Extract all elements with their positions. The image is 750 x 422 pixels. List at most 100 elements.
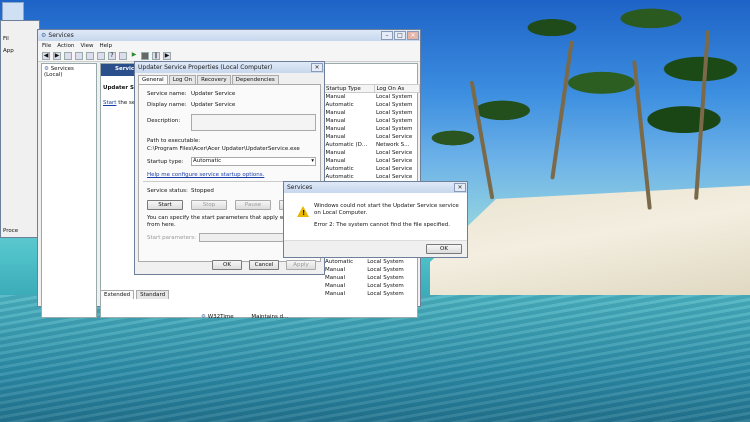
- pause-button[interactable]: Pause: [235, 200, 271, 210]
- service-name-value: Updater Service: [191, 91, 236, 97]
- error-title: Services: [287, 184, 313, 191]
- startup-type-cell: Automatic: [325, 165, 354, 172]
- tree-item-label: Services (Local): [44, 66, 74, 78]
- table-row[interactable]: Manual Local Service: [325, 133, 420, 141]
- service-desc-cell: Maintains d...: [251, 314, 289, 320]
- behind-label: Proce: [3, 228, 19, 234]
- table-row[interactable]: Manual Local Service: [325, 149, 420, 157]
- start-button[interactable]: Start: [147, 200, 183, 210]
- menu-action[interactable]: Action: [57, 43, 74, 49]
- ok-button[interactable]: OK: [212, 260, 242, 270]
- description-box[interactable]: [191, 114, 316, 131]
- console-tree-icon[interactable]: [64, 51, 72, 60]
- service-status-label: Service status:: [147, 188, 188, 194]
- stop-button[interactable]: Stop: [191, 200, 227, 210]
- ok-button[interactable]: OK: [426, 244, 462, 254]
- tab-log-on[interactable]: Log On: [168, 75, 197, 84]
- log-on-as-cell: Local Service: [375, 133, 413, 140]
- log-on-as-cell: Local System: [367, 267, 404, 273]
- pause-icon[interactable]: ∥: [152, 51, 160, 60]
- background-window[interactable]: Fil App Proce: [0, 20, 40, 238]
- forward-icon[interactable]: ▶: [53, 51, 61, 60]
- minimize-button[interactable]: –: [381, 31, 393, 40]
- table-row[interactable]: Manual Local Service: [325, 157, 420, 165]
- back-icon[interactable]: ◀: [42, 51, 50, 60]
- menu-file[interactable]: File: [42, 43, 51, 49]
- table-row[interactable]: Manual Local System: [324, 274, 420, 282]
- table-row[interactable]: Manual Local System: [325, 93, 420, 101]
- startup-type-cell: Manual: [325, 93, 346, 100]
- services-list[interactable]: Startup Type Log On As Manual Local Syste…: [323, 84, 420, 197]
- w32time-row[interactable]: ⚙ W32Time Maintains d...: [201, 314, 288, 320]
- startup-type-cell: Manual: [325, 149, 346, 156]
- dialog-footer: OK: [284, 240, 467, 257]
- close-button[interactable]: ✕: [311, 63, 323, 72]
- table-row[interactable]: Automatic Local System: [324, 258, 420, 266]
- tab-extended[interactable]: Extended: [100, 290, 135, 299]
- log-on-as-cell: Local System: [375, 93, 413, 100]
- close-button[interactable]: ✕: [407, 31, 419, 40]
- error-detail: Error 2: The system cannot find the file…: [314, 222, 450, 228]
- path-value: C:\Program Files\Acer\Acer Updater\Updat…: [147, 146, 300, 152]
- table-row[interactable]: Manual Local System: [324, 282, 420, 290]
- log-on-as-cell: Local System: [367, 283, 404, 289]
- tab-recovery[interactable]: Recovery: [197, 75, 231, 84]
- mmc-icon[interactable]: [119, 51, 127, 60]
- window-title: Services: [48, 32, 74, 39]
- column-header-log-on-as[interactable]: Log On As: [374, 84, 420, 93]
- table-row[interactable]: Automatic Local Service: [325, 173, 420, 181]
- table-row[interactable]: Manual Local System: [325, 117, 420, 125]
- tab-standard[interactable]: Standard: [136, 290, 170, 299]
- maximize-button[interactable]: □: [394, 31, 406, 40]
- services-list-bottom[interactable]: Automatic Local System Manual Local System M…: [324, 258, 420, 298]
- menu-help[interactable]: Help: [100, 43, 113, 49]
- play-icon[interactable]: ▶: [130, 51, 138, 60]
- error-dialog[interactable]: Services ✕ ! Windows could not start the…: [283, 181, 468, 258]
- log-on-as-cell: Local System: [375, 117, 413, 124]
- help-icon[interactable]: ?: [108, 51, 116, 60]
- startup-type-cell: Manual: [325, 291, 345, 297]
- services-titlebar[interactable]: ⚙ Services – □ ✕: [38, 30, 420, 41]
- restart-icon[interactable]: ▶: [163, 51, 171, 60]
- menu-view[interactable]: View: [80, 43, 93, 49]
- error-titlebar[interactable]: Services ✕: [284, 182, 467, 193]
- service-name-label: Service name:: [147, 91, 187, 97]
- properties-tabs: General Log On Recovery Dependencies: [135, 73, 324, 84]
- export-icon[interactable]: [97, 51, 105, 60]
- table-row[interactable]: Manual Local System: [325, 109, 420, 117]
- refresh-icon[interactable]: [86, 51, 94, 60]
- startup-type-select[interactable]: Automatic ▾: [191, 157, 316, 166]
- console-tree[interactable]: ⚙ Services (Local): [41, 63, 97, 318]
- startup-type-cell: Manual: [325, 267, 345, 273]
- table-row[interactable]: Manual Local System: [324, 290, 420, 298]
- path-label: Path to executable:: [147, 138, 201, 144]
- tab-dependencies[interactable]: Dependencies: [231, 75, 279, 84]
- startup-type-cell: Manual: [325, 117, 346, 124]
- stop-icon[interactable]: [141, 51, 149, 60]
- log-on-as-cell: Local System: [367, 291, 404, 297]
- chevron-down-icon: ▾: [311, 158, 314, 164]
- table-row[interactable]: Automatic Local System: [325, 101, 420, 109]
- apply-button[interactable]: Apply: [286, 260, 316, 270]
- column-header-startup-type[interactable]: Startup Type: [323, 84, 376, 93]
- tab-general[interactable]: General: [138, 75, 168, 84]
- log-on-as-cell: Local Service: [375, 173, 413, 180]
- table-row[interactable]: Manual Local System: [324, 266, 420, 274]
- close-button[interactable]: ✕: [454, 183, 466, 192]
- warning-icon-mark: !: [302, 209, 306, 217]
- table-row[interactable]: Manual Local System: [325, 125, 420, 133]
- table-row[interactable]: Automatic (D... Network S...: [325, 141, 420, 149]
- startup-type-cell: Automatic: [325, 259, 354, 265]
- help-configure-link[interactable]: Help me configure service startup option…: [147, 172, 264, 178]
- startup-type-cell: Manual: [325, 157, 346, 164]
- properties-titlebar[interactable]: Updater Service Properties (Local Comput…: [135, 62, 324, 73]
- behind-label: Fil: [3, 36, 9, 42]
- cancel-button[interactable]: Cancel: [249, 260, 279, 270]
- table-row[interactable]: Automatic Local Service: [325, 165, 420, 173]
- gear-icon: ⚙: [201, 314, 206, 320]
- start-link[interactable]: Start: [103, 100, 116, 106]
- tree-item-services-local[interactable]: ⚙ Services (Local): [42, 64, 96, 80]
- startup-type-cell: Manual: [325, 125, 346, 132]
- log-on-as-cell: Network S...: [375, 141, 410, 148]
- properties-icon[interactable]: [75, 51, 83, 60]
